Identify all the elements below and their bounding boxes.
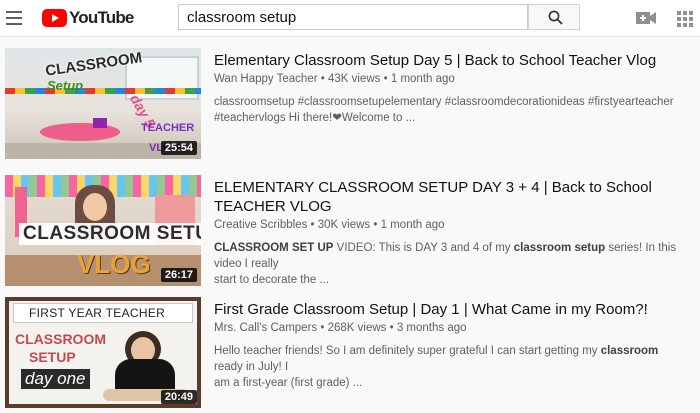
title-line: TEACHER VLOG (214, 198, 332, 215)
video-result[interactable]: CLASSROOM SETUP VLOG 26:17 ELEMENTARY CL… (0, 175, 700, 291)
video-meta: Wan Happy Teacher • 43K views • 1 month … (214, 72, 684, 87)
channel-name[interactable]: Mrs. Call's Campers (214, 322, 317, 334)
video-info: First Grade Classroom Setup | Day 1 | Wh… (214, 297, 684, 391)
video-info: ELEMENTARY CLASSROOM SETUP DAY 3 + 4 | B… (214, 175, 684, 288)
title-line: ELEMENTARY CLASSROOM SETUP DAY 3 + 4 | B… (214, 179, 652, 196)
hamburger-menu-icon[interactable] (6, 8, 24, 28)
search-button[interactable] (528, 4, 580, 30)
keyword-highlight: CLASSROOM SET UP (214, 242, 334, 254)
description-text: Hello teacher friends! So I am definitel… (214, 345, 601, 357)
meta-separator: • (320, 73, 328, 85)
video-title[interactable]: First Grade Classroom Setup | Day 1 | Wh… (214, 300, 684, 319)
description-text: VIDEO: This is DAY 3 and 4 of my (333, 242, 514, 254)
search-input[interactable] (178, 4, 528, 30)
video-thumbnail[interactable]: FIRST YEAR TEACHER CLASSROOM SETUP day o… (5, 297, 201, 408)
search-icon (548, 10, 563, 25)
apps-grid-icon[interactable] (677, 11, 693, 27)
description-line: Hello teacher friends! So I am definitel… (214, 343, 684, 375)
video-duration: 20:49 (160, 390, 197, 404)
thumbnail-text: CLASSROOM (15, 331, 106, 347)
video-info: Elementary Classroom Setup Day 5 | Back … (214, 48, 684, 126)
meta-separator: • (389, 322, 397, 334)
thumbnail-text: day one (21, 369, 90, 389)
logo-text: YouTube (69, 8, 134, 27)
youtube-logo[interactable]: YouTube (42, 8, 134, 27)
meta-separator: • (310, 219, 318, 231)
thumbnail-text: CLASSROOM SETUP (19, 223, 201, 245)
keyword-highlight: classroom (600, 345, 659, 357)
youtube-play-icon (42, 9, 67, 27)
thumbnail-text: SETUP (29, 349, 76, 365)
view-count: 268K views (327, 322, 387, 334)
description-line: classroomsetup #classroomsetupelementary… (214, 96, 674, 108)
description-line: #teachervlogs Hi there!❤Welcome to ... (214, 112, 416, 124)
channel-name[interactable]: Creative Scribbles (214, 219, 307, 231)
upload-age: 1 month ago (390, 73, 455, 85)
view-count: 30K views (317, 219, 371, 231)
description-line: am a first-year (first grade) ... (214, 377, 363, 389)
thumbnail-text: VLOG (77, 249, 151, 279)
description-text: ready in July! I (214, 361, 289, 373)
masthead: YouTube (0, 0, 700, 37)
video-thumbnail[interactable]: CLASSROOM SETUP VLOG 26:17 (5, 175, 201, 286)
meta-separator: • (373, 219, 381, 231)
keyword-highlight: setup (574, 242, 606, 254)
upload-age: 3 months ago (396, 322, 467, 334)
video-thumbnail[interactable]: CLASSROOM Setup day 5 TEACHER VLOG 25:54 (5, 48, 201, 159)
video-duration: 26:17 (160, 268, 197, 282)
keyword-highlight: classroom (513, 242, 572, 254)
upload-age: 1 month ago (380, 219, 445, 231)
meta-separator: • (320, 322, 328, 334)
video-camera-plus-icon[interactable] (636, 11, 656, 25)
description-line: start to decorate the ... (214, 274, 330, 286)
description-line: CLASSROOM SET UP VIDEO: This is DAY 3 an… (214, 240, 684, 272)
video-result[interactable]: FIRST YEAR TEACHER CLASSROOM SETUP day o… (0, 297, 700, 413)
thumbnail-text: TEACHER (141, 122, 195, 134)
meta-separator: • (383, 73, 391, 85)
video-meta: Creative Scribbles • 30K views • 1 month… (214, 218, 684, 233)
video-duration: 25:54 (160, 141, 197, 155)
video-title[interactable]: ELEMENTARY CLASSROOM SETUP DAY 3 + 4 | B… (214, 178, 684, 216)
video-meta: Mrs. Call's Campers • 268K views • 3 mon… (214, 321, 684, 336)
thumbnail-text: FIRST YEAR TEACHER (29, 306, 166, 320)
video-description: CLASSROOM SET UP VIDEO: This is DAY 3 an… (214, 240, 684, 288)
channel-name[interactable]: Wan Happy Teacher (214, 73, 318, 85)
view-count: 43K views (328, 73, 381, 85)
video-description: Hello teacher friends! So I am definitel… (214, 343, 684, 391)
video-title[interactable]: Elementary Classroom Setup Day 5 | Back … (214, 51, 684, 70)
video-description: classroomsetup #classroomsetupelementary… (214, 94, 684, 126)
video-result[interactable]: CLASSROOM Setup day 5 TEACHER VLOG 25:54… (0, 48, 700, 164)
thumbnail-text: Setup (47, 78, 84, 93)
